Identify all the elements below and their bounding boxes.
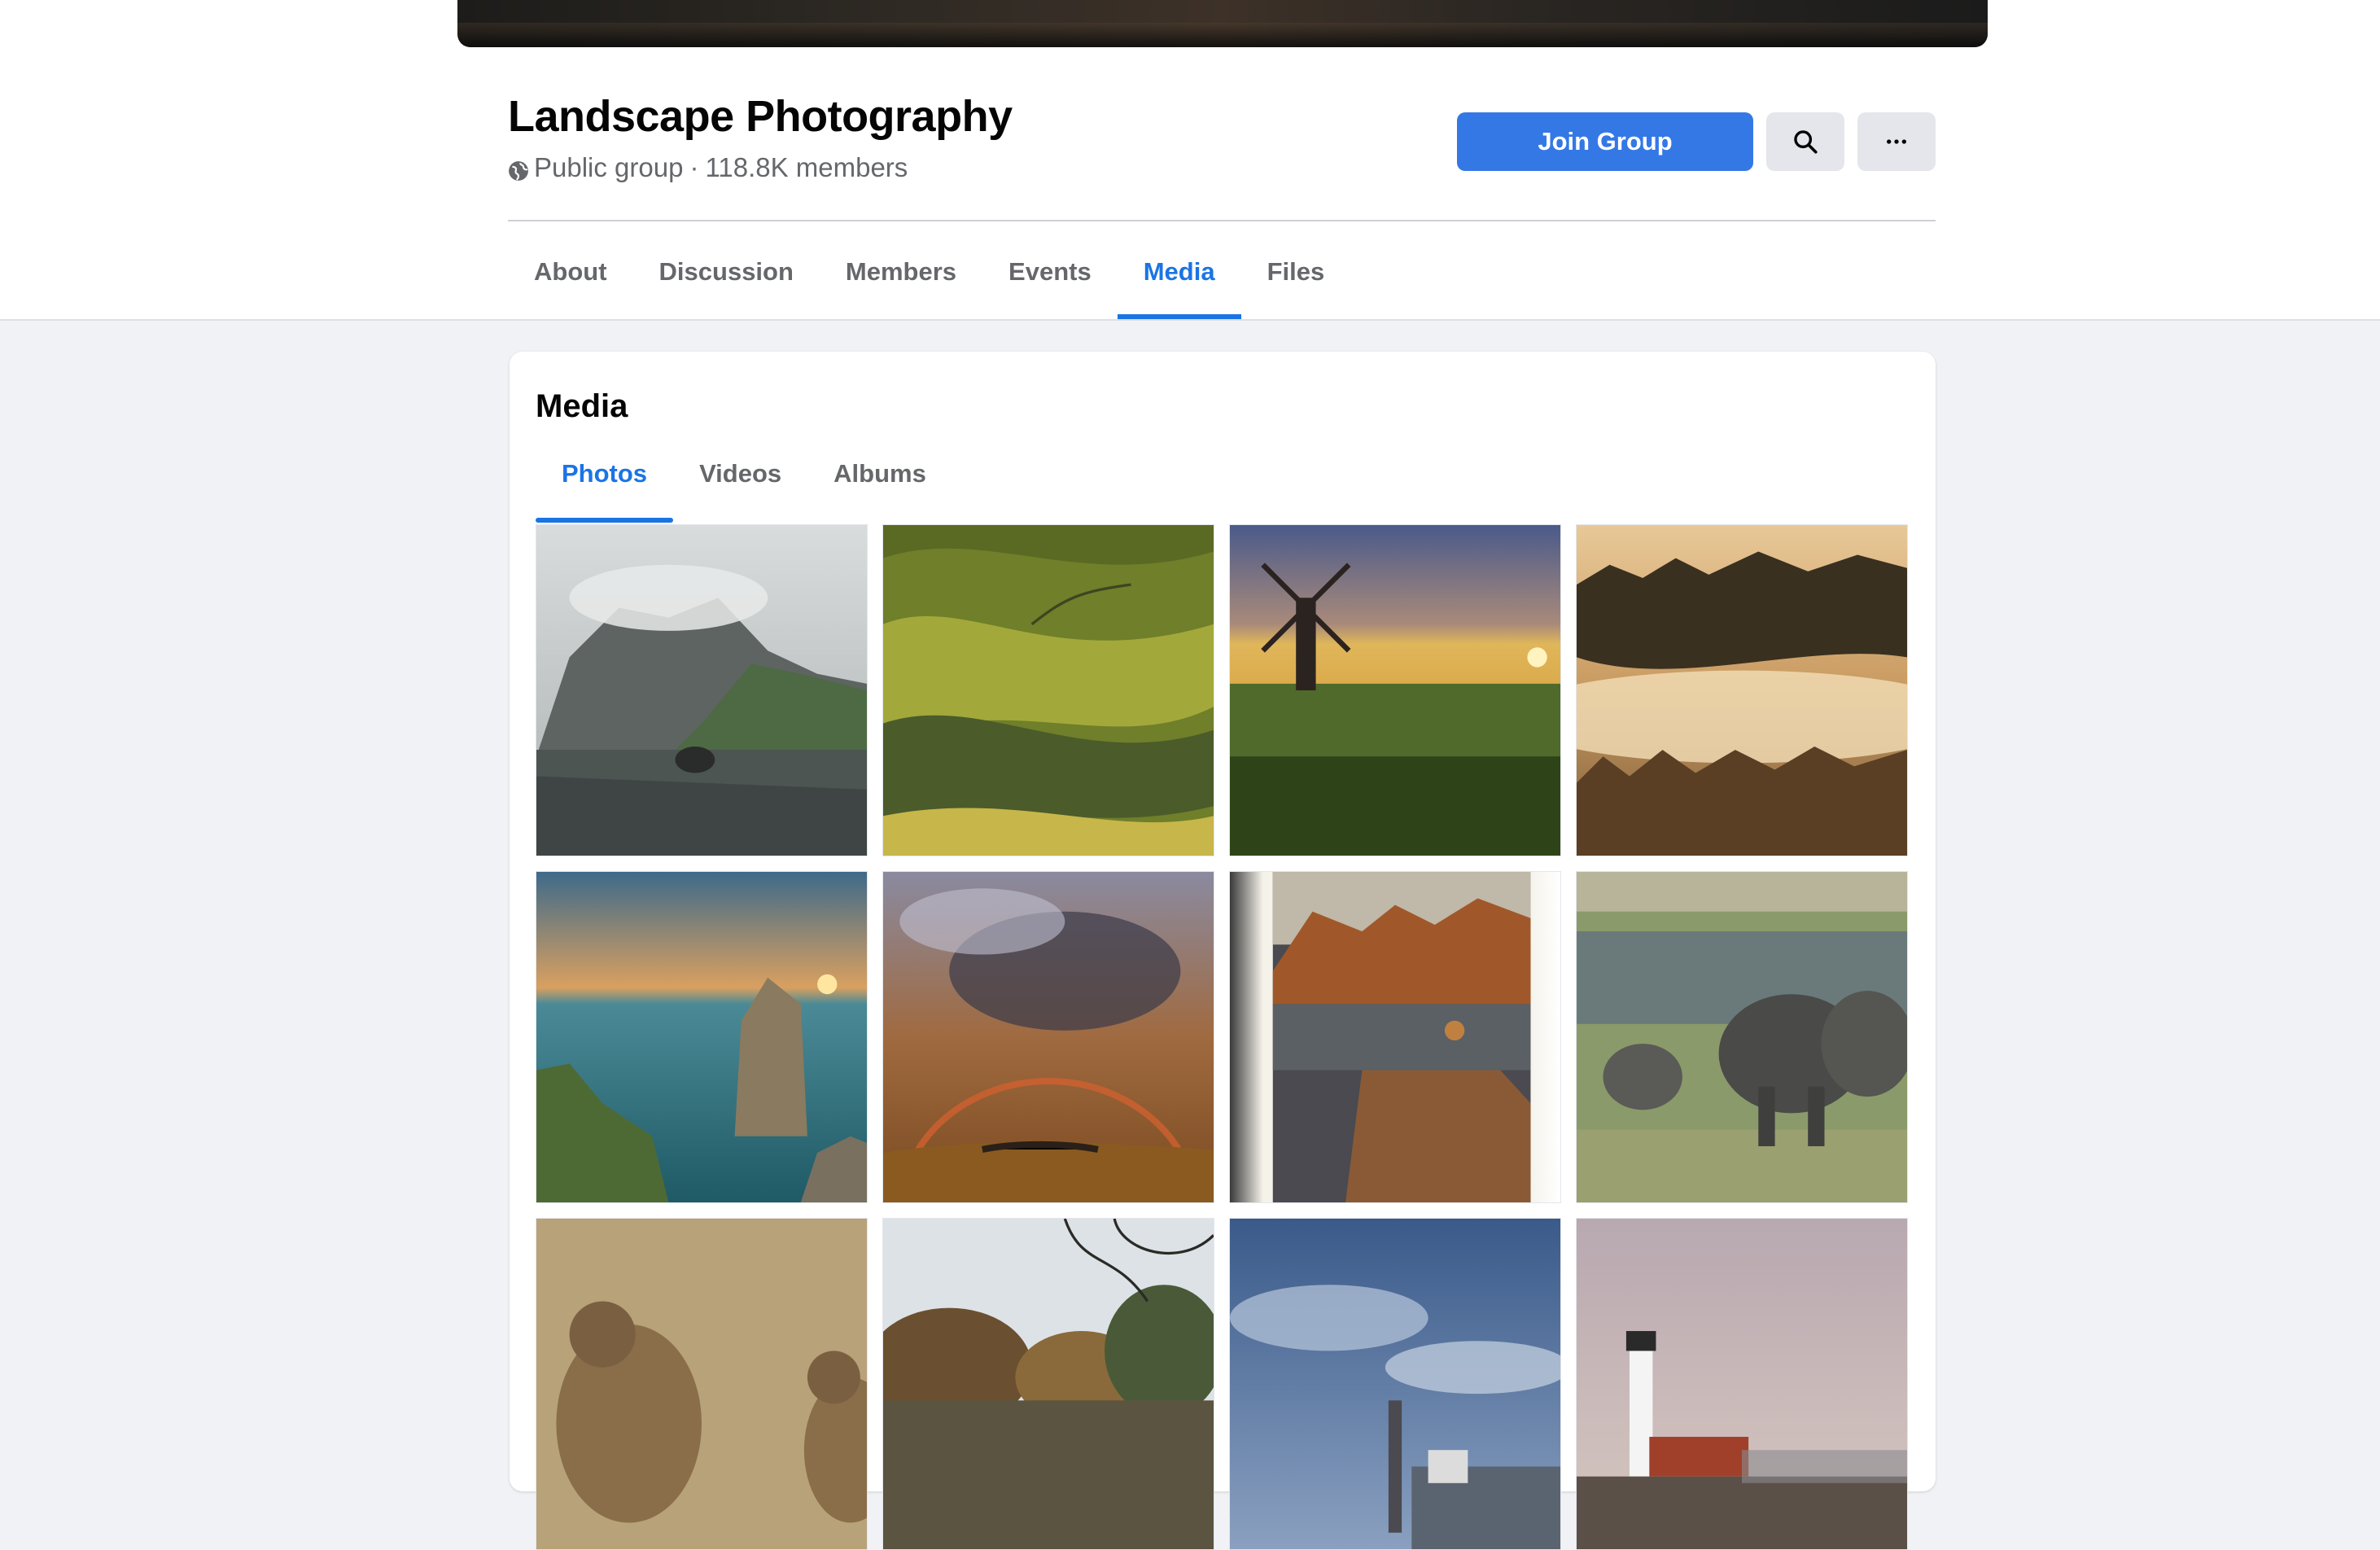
tab-discussion[interactable]: Discussion — [633, 234, 820, 319]
meta-separator: · — [689, 152, 699, 182]
join-group-button[interactable]: Join Group — [1457, 112, 1753, 171]
tab-about[interactable]: About — [508, 234, 633, 319]
cover-photo[interactable] — [457, 0, 1988, 47]
media-tabs: Photos Videos Albums — [536, 433, 952, 523]
header-divider — [508, 220, 1936, 221]
photo-elephants[interactable] — [1576, 871, 1908, 1203]
photo-mountain-lake[interactable] — [536, 524, 868, 856]
tab-media[interactable]: Media — [1117, 234, 1241, 319]
more-dots-icon — [1887, 139, 1906, 144]
group-meta: Public group · 118.8K members — [508, 151, 908, 184]
globe-icon — [508, 157, 529, 181]
media-card: Media Photos Videos Albums — [510, 352, 1936, 1550]
photo-sea-stack-sunset[interactable] — [536, 871, 868, 1203]
photo-coastal-rocks[interactable] — [1229, 871, 1561, 1203]
photo-windmill-sunset[interactable] — [1229, 524, 1561, 856]
privacy-label: Public group — [534, 152, 684, 182]
photo-autumn-river[interactable] — [882, 1218, 1214, 1550]
photo-birds[interactable] — [536, 1218, 868, 1550]
member-count[interactable]: 118.8K members — [705, 152, 908, 183]
group-title: Landscape Photography — [508, 92, 1013, 141]
photo-grid — [536, 524, 1908, 1550]
photo-storm-rainbow[interactable] — [882, 871, 1214, 1203]
tab-photos[interactable]: Photos — [536, 433, 674, 523]
search-button[interactable] — [1766, 112, 1844, 171]
search-icon — [1794, 130, 1818, 154]
group-tabs: About Discussion Members Events Media Fi… — [508, 234, 1350, 319]
photo-green-hills[interactable] — [882, 524, 1214, 856]
tab-members[interactable]: Members — [820, 234, 982, 319]
tab-files[interactable]: Files — [1241, 234, 1351, 319]
tab-videos[interactable]: Videos — [673, 433, 807, 523]
tab-albums[interactable]: Albums — [807, 433, 952, 523]
more-options-button[interactable] — [1857, 112, 1936, 171]
group-header: Landscape Photography Public group · 118… — [0, 0, 2380, 321]
tab-events[interactable]: Events — [982, 234, 1118, 319]
photo-foggy-forest[interactable] — [1576, 524, 1908, 856]
photo-lighthouse[interactable] — [1576, 1218, 1908, 1550]
photo-cloudy-harbor[interactable] — [1229, 1218, 1561, 1550]
